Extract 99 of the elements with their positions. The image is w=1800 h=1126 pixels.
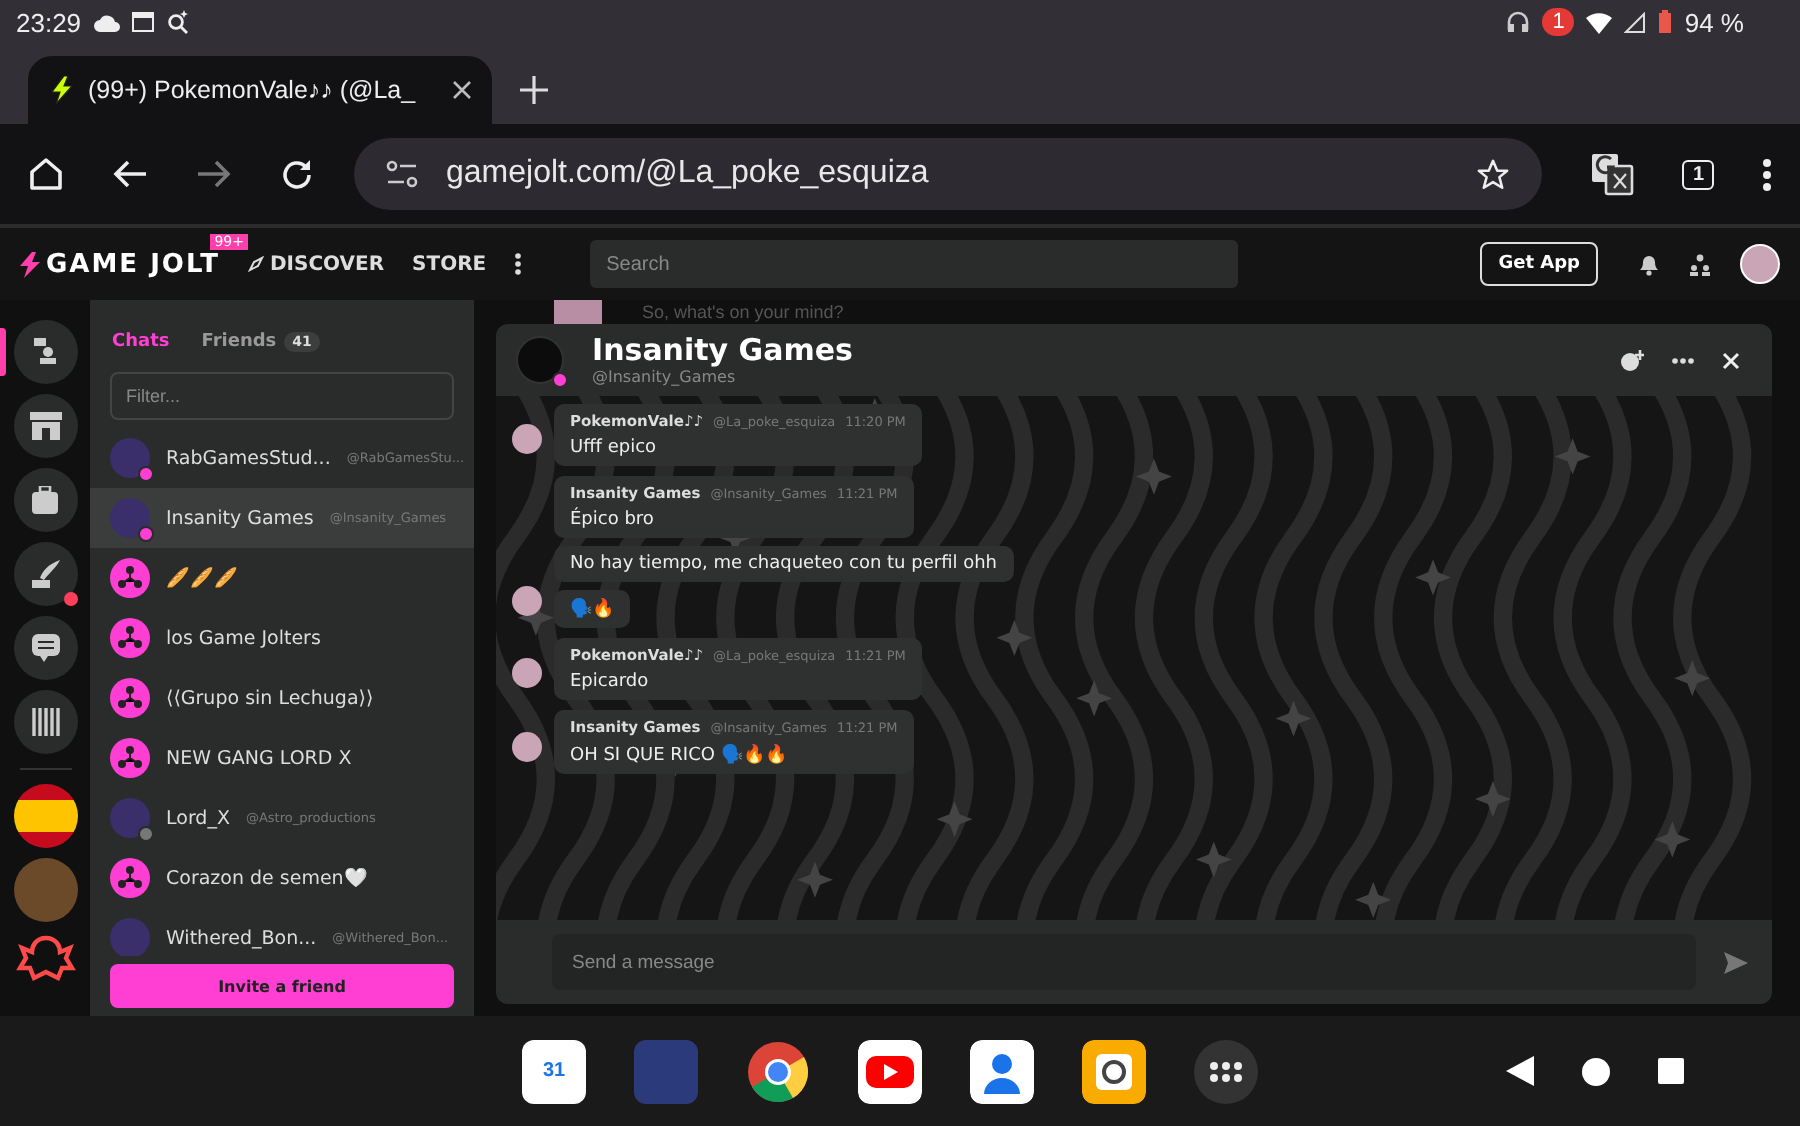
nav-link[interactable]: STORE	[412, 253, 487, 275]
sidebar-item[interactable]	[13, 320, 77, 384]
more-horizontal-icon[interactable]	[1672, 357, 1694, 363]
message-text: Ufff epico	[570, 438, 659, 458]
more-vertical-icon[interactable]	[514, 252, 523, 276]
sidebar-item[interactable]	[13, 394, 77, 458]
user-avatar	[110, 918, 150, 956]
contacts-app-icon[interactable]	[970, 1039, 1034, 1103]
chat-list-item[interactable]: los Game Jolters	[90, 608, 474, 668]
user-avatar	[554, 300, 602, 324]
message-text: Epicardo	[570, 672, 651, 692]
group-icon	[110, 738, 150, 778]
chat-bubble-icon	[31, 634, 59, 662]
cloud-icon	[93, 13, 120, 31]
chat-name: RabGamesStud...	[166, 447, 331, 469]
new-tab-icon[interactable]	[520, 76, 548, 104]
group-icon	[110, 678, 150, 718]
bell-icon[interactable]	[1638, 252, 1660, 276]
chat-name: Insanity Games	[166, 507, 314, 529]
chat-name: ⟨⟨Grupo sin Lechuga⟩⟩	[166, 687, 374, 709]
site-settings-icon	[386, 160, 418, 188]
sidebar-item[interactable]	[13, 542, 77, 606]
camera-app-icon[interactable]	[1082, 1039, 1146, 1103]
battery-icon	[1658, 10, 1673, 34]
sidebar-item[interactable]	[13, 690, 77, 754]
lightning-icon	[48, 76, 76, 104]
person-icon	[33, 338, 57, 366]
more-vertical-icon[interactable]	[1762, 157, 1772, 191]
star-icon[interactable]	[1476, 157, 1511, 191]
friends-icon[interactable]	[1688, 253, 1712, 275]
user-avatar	[516, 336, 564, 384]
store-icon	[29, 412, 61, 440]
filter-field[interactable]: Filter...	[110, 372, 454, 420]
message-input[interactable]: Send a message	[552, 934, 1696, 990]
chat-name: los Game Jolters	[166, 627, 321, 649]
chat-list-item[interactable]: 🥖🥖🥖	[90, 548, 474, 608]
video-app-icon[interactable]	[858, 1039, 922, 1103]
headphones-icon	[1506, 10, 1531, 34]
nav-link[interactable]: DISCOVER	[247, 253, 385, 275]
close-icon[interactable]	[452, 80, 472, 100]
group-icon	[110, 858, 150, 898]
reload-icon[interactable]	[280, 157, 314, 191]
search-field[interactable]: Search	[590, 240, 1239, 288]
add-friend-icon[interactable]	[1620, 349, 1644, 371]
chat-list-item[interactable]: ⟨⟨Grupo sin Lechuga⟩⟩	[90, 668, 474, 728]
battery-percent: 94 %	[1684, 7, 1744, 37]
chat-list-item[interactable]: Corazon de semen🤍	[90, 848, 474, 908]
signal-icon	[1624, 11, 1647, 33]
chat-tab[interactable]: Chats	[112, 332, 170, 352]
browser-app-icon[interactable]	[746, 1039, 810, 1103]
invite-button[interactable]: Invite a friend	[110, 964, 454, 1008]
chat-handle: @Insanity_Games	[592, 368, 738, 386]
calendar-app-icon[interactable]: 31	[522, 1039, 586, 1103]
message-text: Épico bro	[570, 510, 656, 530]
tab-title: (99+) PokemonVale♪♪ (@La_	[88, 76, 418, 104]
sidebar-item[interactable]	[13, 616, 77, 680]
search-sparkle-icon	[165, 10, 190, 34]
chat-list-item[interactable]: NEW GANG LORD X	[90, 728, 474, 788]
compass-icon	[247, 256, 264, 272]
lightning-icon	[20, 251, 40, 277]
home-icon[interactable]	[1582, 1057, 1610, 1085]
user-avatar	[110, 498, 150, 538]
notification-badge: 1	[1542, 8, 1575, 36]
clock-time: 23:29	[16, 7, 82, 37]
library-icon	[31, 708, 59, 736]
back-arrow-icon[interactable]	[112, 158, 148, 190]
creature-icon[interactable]	[15, 932, 75, 984]
site-logo[interactable]: GAME JOLT	[46, 249, 220, 279]
message-text: 🗣🔥	[570, 598, 614, 620]
user-avatar	[110, 438, 150, 478]
flag-avatar[interactable]	[13, 784, 77, 848]
chat-name: Corazon de semen🤍	[166, 866, 368, 890]
address-bar[interactable]: gamejolt.com/@La_poke_esquiza	[354, 138, 1543, 210]
chat-name: Withered_Bon...	[166, 927, 317, 949]
sidebar-item[interactable]	[13, 468, 77, 532]
message-text: OH SI QUE RICO 🗣🔥🔥	[570, 744, 789, 766]
chat-name: NEW GANG LORD X	[166, 747, 352, 769]
group-icon	[110, 558, 150, 598]
user-avatar[interactable]	[1740, 244, 1780, 284]
send-icon[interactable]	[1724, 951, 1748, 973]
chat-name: Lord_X	[166, 807, 230, 829]
home-icon[interactable]	[28, 156, 64, 192]
group-icon	[110, 618, 150, 658]
app-drawer-icon[interactable]	[1194, 1039, 1258, 1103]
translate-icon[interactable]	[1590, 152, 1635, 196]
chat-name: 🥖🥖🥖	[166, 566, 238, 590]
url-text: gamejolt.com/@La_poke_esquiza	[446, 156, 929, 192]
wifi-icon	[1586, 11, 1613, 33]
get-app-button[interactable]: Get App	[1480, 242, 1598, 286]
quill-icon	[30, 560, 60, 588]
browser-tab[interactable]: (99+) PokemonVale♪♪ (@La_	[28, 56, 492, 124]
window-icon	[131, 12, 154, 32]
chat-title: Insanity Games	[592, 334, 853, 368]
back-icon[interactable]	[1506, 1056, 1534, 1086]
user-avatar	[110, 798, 150, 838]
backpack-icon	[32, 486, 58, 514]
forward-arrow-icon[interactable]	[196, 158, 232, 190]
message-text: No hay tiempo, me chaqueteo con tu perfil ohh	[570, 554, 998, 574]
tab-switcher-button[interactable]: 1	[1682, 159, 1714, 189]
